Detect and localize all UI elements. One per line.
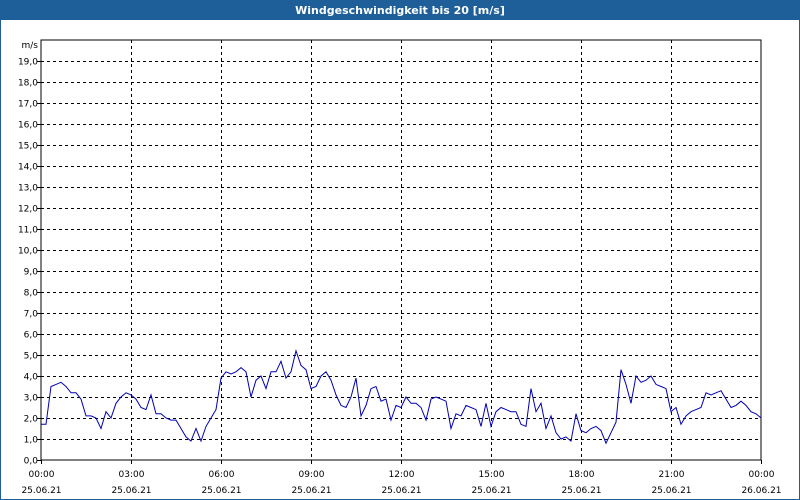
x-tick-time-label: 00:00 [749,470,775,480]
y-tick-label: 1,0 [24,436,39,446]
x-tick-date-label: 25.06.21 [381,486,421,496]
y-tick-label: 5,0 [24,352,39,362]
y-tick-label: 10,0 [18,247,38,257]
y-tick-label: 0,0 [24,457,39,467]
wind-speed-chart: 0,0 1,0 2,0 3,0 4,0 5,0 6,0 7,0 8,0 9,0 10,0 11,0 12… [18,39,782,496]
y-tick-label: 2,0 [24,415,39,425]
y-tick-label: 7,0 [24,310,39,320]
x-tick-time-label: 00:00 [29,470,55,480]
x-tick-date-label: 25.06.21 [21,486,61,496]
y-tick-label: 16,0 [18,121,38,131]
x-tick-time-label: 15:00 [479,470,505,480]
x-tick-date-label: 25.06.21 [471,486,511,496]
x-axis-ticks: 00:00 25.06.21 03:00 25.06.21 06:00 25.06.21 0… [21,460,782,496]
y-tick-label: 4,0 [24,373,39,383]
y-tick-label: 3,0 [24,394,39,404]
y-tick-label: 6,0 [24,331,39,341]
x-tick-date-label: 25.06.21 [111,486,151,496]
x-tick-time-label: 06:00 [209,470,235,480]
x-tick-date-label: 25.06.21 [291,486,331,496]
y-tick-label: 15,0 [18,142,38,152]
y-tick-label: 17,0 [18,100,38,110]
x-tick-date-label: 25.06.21 [201,486,241,496]
y-tick-label: 11,0 [18,226,38,236]
x-tick-date-label: 26.06.21 [741,486,781,496]
y-tick-label: 12,0 [18,205,38,215]
y-tick-label: 9,0 [24,268,39,278]
grid [41,40,761,460]
x-tick-time-label: 03:00 [119,470,145,480]
y-tick-label: 18,0 [18,79,38,89]
y-tick-label: 13,0 [18,184,38,194]
x-tick-date-label: 25.06.21 [561,486,601,496]
y-tick-label: 14,0 [18,163,38,173]
y-tick-label: 19,0 [18,58,38,68]
x-tick-date-label: 25.06.21 [651,486,691,496]
y-axis-ticks: 0,0 1,0 2,0 3,0 4,0 5,0 6,0 7,0 8,0 9,0 10,0 11,0 12… [18,58,41,467]
x-tick-time-label: 12:00 [389,470,415,480]
x-tick-time-label: 18:00 [569,470,595,480]
x-tick-time-label: 09:00 [299,470,325,480]
x-tick-time-label: 21:00 [659,470,685,480]
y-tick-label: 8,0 [24,289,39,299]
y-axis-label: m/s [22,41,39,51]
